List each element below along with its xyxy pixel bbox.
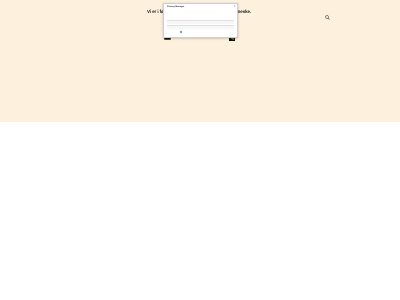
- dialog-option-1[interactable]: [167, 20, 234, 24]
- privacy-dialog: Privacy Manager ×: [163, 3, 238, 38]
- search-icon[interactable]: [325, 15, 330, 20]
- hero-headline-left: Vi er i fø: [147, 9, 164, 14]
- check-icon[interactable]: [180, 31, 183, 34]
- dialog-option-2[interactable]: [167, 25, 234, 29]
- dialog-title: Privacy Manager: [167, 6, 185, 8]
- close-icon[interactable]: ×: [234, 4, 236, 8]
